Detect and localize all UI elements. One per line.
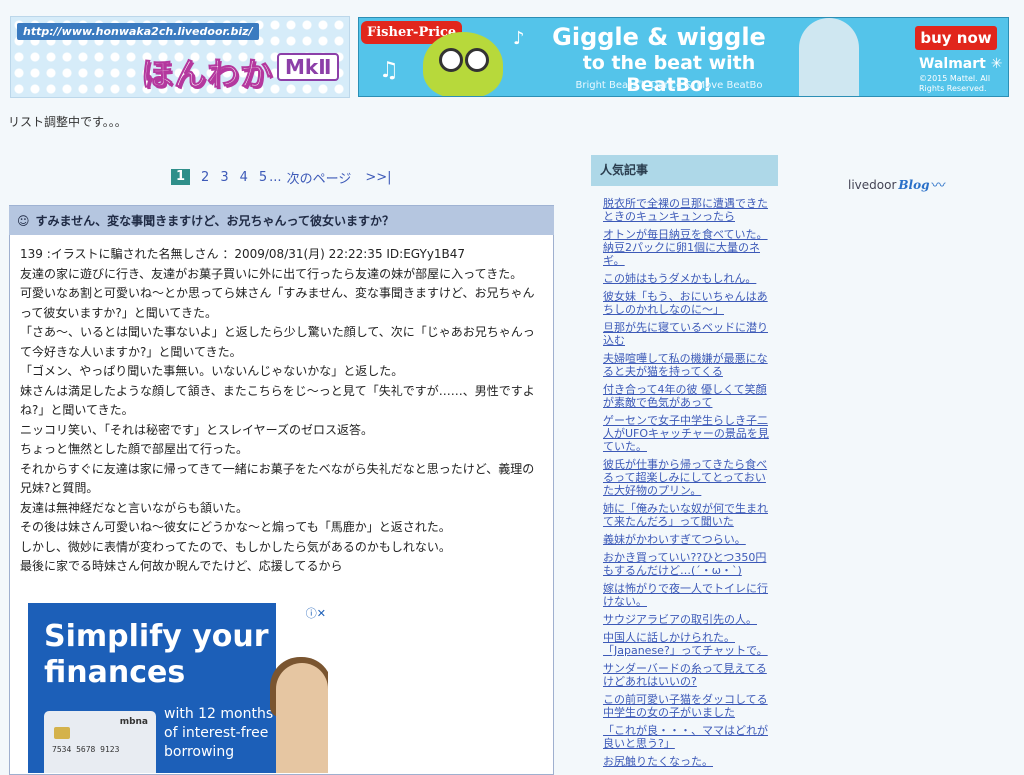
popular-article-link[interactable]: この姉はもうダメかもしれん。 <box>603 272 756 285</box>
card-brand: mbna <box>119 717 148 727</box>
popular-article-link[interactable]: サウジアラビアの取引先の人。 <box>603 613 757 626</box>
logo-mk-badge: MkⅡ <box>277 53 340 81</box>
popular-articles-header: 人気記事 <box>591 155 778 186</box>
credit-card-image: mbna 7534 5678 9123 <box>44 711 156 773</box>
article-header: ☺ すみません、変な事聞きますけど、お兄ちゃんって彼女いますか？ <box>9 205 554 235</box>
list-item: 彼女妹「もう、おにいちゃんはあちしのかれしなのに〜」 <box>603 290 773 316</box>
post-line: それからすぐに友達は家に帰ってきて一緒にお菓子をたべながら失礼だなと思ったけど、… <box>20 461 535 496</box>
popular-article-link[interactable]: 「これが良・・・、ママはどれが良いと思う?」 <box>603 724 768 750</box>
post-line: 「ゴメン、やっぱり聞いた事無い。いないんじゃないかな」と返した。 <box>20 364 404 378</box>
post-line: その後は妹さん可愛いね〜彼女にどうかな〜と煽っても「馬鹿か」と返された。 <box>20 520 451 534</box>
popular-article-link[interactable]: 付き合って4年の彼 優しくて笑顔が素敵で色気があって <box>603 383 767 409</box>
popular-article-link[interactable]: 彼女妹「もう、おにいちゃんはあちしのかれしなのに〜」 <box>603 290 768 316</box>
banner-fine-print: Bright Beats™ Dance & Move BeatBo <box>575 80 763 91</box>
list-item: おかき買っていい??ひとつ350円もするんだけど…(´・ω・`) <box>603 551 773 577</box>
livedoor-text: livedoor <box>848 178 897 192</box>
list-item: オトンが毎日納豆を食べていた。納豆2パックに卵1個に大量のネギ。 <box>603 228 773 267</box>
logo-title: ほんわか <box>140 55 274 94</box>
list-item: 「これが良・・・、ママはどれが良いと思う?」 <box>603 724 773 750</box>
popular-article-link[interactable]: 嫁は怖がりで夜一人でトイレに行けない。 <box>603 582 768 608</box>
list-item: 姉に「俺みたいな奴が何で生まれて来たんだろ」って聞いた <box>603 502 773 528</box>
page-link-2[interactable]: 2 <box>201 170 209 185</box>
logo-url-text: http://www.honwaka2ch.livedoor.biz/ <box>17 23 259 40</box>
page-link-3[interactable]: 3 <box>220 170 228 185</box>
livedoor-blog-logo[interactable]: livedoor Blog 〰 <box>848 175 946 195</box>
banner-child-image <box>799 18 859 96</box>
popular-article-link[interactable]: 姉に「俺みたいな奴が何で生まれて来たんだろ」って聞いた <box>603 502 768 528</box>
page-link-5[interactable]: 5 <box>259 170 267 185</box>
pagination-ellipsis: ... <box>269 169 282 185</box>
site-logo[interactable]: http://www.honwaka2ch.livedoor.biz/ ほんわか… <box>10 16 350 98</box>
card-number: 7534 5678 9123 <box>52 745 120 754</box>
popular-article-link[interactable]: 彼氏が仕事から帰ってきたら食べるって超楽しみにしてとっておいた大好物のプリン。 <box>603 458 767 497</box>
list-item: 中国人に話しかけられた。「Japanese?」ってチャットで。 <box>603 631 773 657</box>
buy-now-button[interactable]: buy now <box>915 26 997 50</box>
next-page-link[interactable]: 次のページ <box>287 168 352 187</box>
banner-headline: Giggle & wiggle <box>552 23 766 51</box>
popular-article-link[interactable]: 義妹がかわいすぎてつらい。 <box>603 533 746 546</box>
post-line: 最後に家でる時妹さん何故か睨んでたけど、応援してるから <box>20 559 343 573</box>
banner-ad[interactable]: Fisher-Price ♫ ♪ Giggle & wiggle to the … <box>358 17 1009 97</box>
post-line: 可愛いなあ割と可愛いね〜とか思ってら妹さん「すみません、変な事聞きますけど、お兄… <box>20 286 535 320</box>
post-line: しかし、微妙に表情が変わってたので、もしかしたら気があるのかもしれない。 <box>20 539 451 554</box>
ad-choices-icon[interactable]: ⓘ✕ <box>306 605 326 621</box>
card-chip-icon <box>54 727 70 739</box>
post-line: 妹さんは満足したような顔して頷き、またこちらをじ〜っと見て「失礼ですが……、男性… <box>20 383 535 418</box>
list-item: 嫁は怖がりで夜一人でトイレに行けない。 <box>603 582 773 608</box>
post-line: 「さあ〜、いるとは聞いた事ないよ」と返したら少し驚いた顔して、次に「じゃあお兄ち… <box>20 325 535 359</box>
popular-article-link[interactable]: ゲーセンで女子中学生らしき子二人がUFOキャッチャーの景品を見ていた。 <box>603 414 769 453</box>
post-line: ちょっと憮然とした顔で部屋出て行った。 <box>20 442 249 456</box>
article-body: 139 :イラストに騙された名無しさん ：2009/08/31(月) 22:22… <box>9 235 554 775</box>
popular-article-link[interactable]: おかき買っていい??ひとつ350円もするんだけど…(´・ω・`) <box>603 551 766 577</box>
ad-body-text: with 12 months of interest-free borrowin… <box>164 706 274 760</box>
page-link-4[interactable]: 4 <box>240 170 248 185</box>
list-item: サウジアラビアの取引先の人。 <box>603 613 773 626</box>
music-note-icon: ♪ <box>513 28 525 49</box>
popular-article-link[interactable]: 中国人に話しかけられた。「Japanese?」ってチャットで。 <box>603 631 768 657</box>
list-item: 付き合って4年の彼 優しくて笑顔が素敵で色気があって <box>603 383 773 409</box>
list-item: 義妹がかわいすぎてつらい。 <box>603 533 773 546</box>
popular-article-link[interactable]: 夫婦喧嘩して私の機嫌が最悪になると夫が猫を持ってくる <box>603 352 768 378</box>
list-item: 彼氏が仕事から帰ってきたら食べるって超楽しみにしてとっておいた大好物のプリン。 <box>603 458 773 497</box>
post-line: 友達の家に遊びに行き、友達がお菓子買いに外に出て行ったら友達の妹が部屋に入ってき… <box>20 266 523 281</box>
list-item: この前可愛い子猫をダッコしてる中学生の女の子がいました <box>603 693 773 719</box>
ad-person-image <box>276 663 328 773</box>
list-item: 夫婦喧嘩して私の機嫌が最悪になると夫が猫を持ってくる <box>603 352 773 378</box>
list-item: 旦那が先に寝ているベッドに潜り込む <box>603 321 773 347</box>
smiley-icon: ☺ <box>17 213 30 228</box>
popular-article-link[interactable]: サンダーバードの糸って見えてるけどあれはいいの? <box>603 662 767 688</box>
popular-article-link[interactable]: オトンが毎日納豆を食べていた。納豆2パックに卵1個に大量のネギ。 <box>603 228 768 267</box>
list-item: この姉はもうダメかもしれん。 <box>603 272 773 285</box>
popular-article-link[interactable]: 旦那が先に寝ているベッドに潜り込む <box>603 321 768 347</box>
post-header: 139 :イラストに騙された名無しさん ：2009/08/31(月) 22:22… <box>20 247 466 261</box>
inline-finance-ad[interactable]: Simplify your finances mbna 7534 5678 91… <box>28 603 328 773</box>
popular-article-link[interactable]: 脱衣所で全裸の旦那に遭遇できたときのキュンキュンったら <box>603 197 768 223</box>
popular-articles-list: 脱衣所で全裸の旦那に遭遇できたときのキュンキュンったら オトンが毎日納豆を食べて… <box>603 197 773 773</box>
last-page-link[interactable]: >>| <box>365 170 391 185</box>
list-item: お尻触りたくなった。 <box>603 755 773 768</box>
swoosh-icon: 〰 <box>931 178 946 194</box>
list-item: 脱衣所で全裸の旦那に遭遇できたときのキュンキュンったら <box>603 197 773 223</box>
post-line: ニッコリ笑い、「それは秘密です」とスレイヤーズのゼロス返答。 <box>20 422 374 437</box>
banner-copyright: ©2015 Mattel. All Rights Reserved. <box>919 74 991 93</box>
status-text: リスト調整中です。。。 <box>8 115 127 129</box>
list-item: ゲーセンで女子中学生らしき子二人がUFOキャッチャーの景品を見ていた。 <box>603 414 773 453</box>
pagination: 1 2 3 4 5 ... 次のページ >>| <box>171 168 392 187</box>
list-item: サンダーバードの糸って見えてるけどあれはいいの? <box>603 662 773 688</box>
popular-article-link[interactable]: この前可愛い子猫をダッコしてる中学生の女の子がいました <box>603 693 768 719</box>
ad-headline: Simplify your finances <box>44 619 269 690</box>
page-link-1[interactable]: 1 <box>171 169 191 185</box>
banner-retailer-logo: Walmart ✳ <box>919 56 1003 72</box>
post-line: 友達は無神経だなと言いながらも頷いた。 <box>20 500 249 515</box>
beatbo-character-image <box>423 32 503 96</box>
blog-text: Blog <box>898 178 930 192</box>
popular-article-link[interactable]: お尻触りたくなった。 <box>603 755 713 768</box>
music-note-icon: ♫ <box>379 58 399 83</box>
article-title[interactable]: すみません、変な事聞きますけど、お兄ちゃんって彼女いますか？ <box>36 212 394 229</box>
